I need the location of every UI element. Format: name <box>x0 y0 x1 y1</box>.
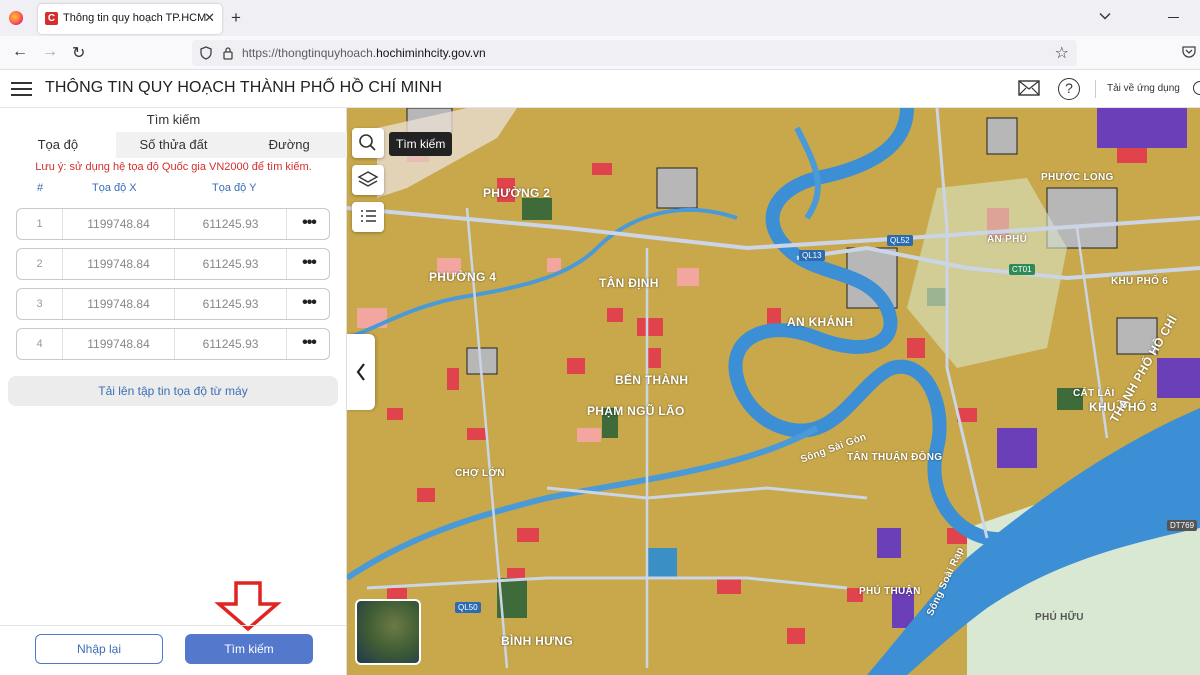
panel-footer: Nhập lại Tìm kiếm <box>0 625 347 675</box>
forward-arrow-icon[interactable]: → <box>42 43 58 61</box>
column-y-header: Tọa độ Y <box>212 182 257 194</box>
road-badge-ql50: QL50 <box>455 602 481 613</box>
new-tab-plus-icon[interactable]: + <box>231 8 241 28</box>
planning-map[interactable]: PHƯỜNG 2 PHƯỜNG 4 TÂN ĐỊNH BẾN THÀNH PHẠ… <box>347 108 1200 675</box>
account-icon[interactable] <box>1193 81 1200 95</box>
bookmark-star-icon[interactable]: ☆ <box>1055 43 1069 63</box>
minimize-icon[interactable] <box>1168 17 1179 18</box>
site-favicon-icon: C <box>45 12 58 25</box>
map-layers-button[interactable] <box>352 165 384 195</box>
map-label-phuoc-long: PHƯỚC LONG <box>1041 172 1114 183</box>
page-title: THÔNG TIN QUY HOẠCH THÀNH PHỐ HỒ CHÍ MIN… <box>45 79 443 96</box>
url-text[interactable]: https://thongtinquyhoach.hochiminhcity.g… <box>242 46 486 60</box>
row-index: 4 <box>17 329 63 359</box>
coordinate-x-input[interactable]: 1199748.84 <box>63 249 175 279</box>
pocket-icon[interactable] <box>1182 45 1196 59</box>
browser-tab-strip: C Thông tin quy hoạch TP.HCM ✕ + <box>0 0 1200 36</box>
map-label-cat-lai: CÁT LÁI <box>1073 388 1115 399</box>
collapse-panel-button[interactable] <box>347 334 375 410</box>
row-more-menu-icon[interactable]: ••• <box>287 289 331 319</box>
header-divider <box>1095 80 1096 98</box>
url-bar[interactable]: https://thongtinquyhoach.hochiminhcity.g… <box>192 40 1077 66</box>
search-tooltip: Tìm kiếm <box>389 132 453 156</box>
download-app-link[interactable]: Tải về ứng dụng <box>1107 83 1180 94</box>
coordinate-row: 3 1199748.84 611245.93 ••• <box>16 288 330 320</box>
shield-icon[interactable] <box>200 46 212 60</box>
coordinate-y-input[interactable]: 611245.93 <box>175 209 287 239</box>
map-label-phu-huu: PHÚ HỮU <box>1035 612 1084 623</box>
back-arrow-icon[interactable]: ← <box>12 43 28 61</box>
app-header: THÔNG TIN QUY HOẠCH THÀNH PHỐ HỒ CHÍ MIN… <box>0 70 1200 108</box>
list-icon <box>361 210 376 222</box>
coordinate-y-input[interactable]: 611245.93 <box>175 329 287 359</box>
road-badge-dt769: DT769 <box>1167 520 1198 531</box>
map-label-tan-dinh: TÂN ĐỊNH <box>599 276 659 290</box>
help-icon[interactable]: ? <box>1058 78 1080 100</box>
row-more-menu-icon[interactable]: ••• <box>287 249 331 279</box>
chevron-down-icon[interactable] <box>1099 10 1111 22</box>
road-badge-ql52: QL52 <box>887 235 913 246</box>
layers-icon <box>357 171 379 187</box>
map-label-phuong-4: PHƯỜNG 4 <box>429 270 497 284</box>
map-label-tan-thuan-dong: TÂN THUẬN ĐÔNG <box>847 452 943 463</box>
coordinate-row: 2 1199748.84 611245.93 ••• <box>16 248 330 280</box>
search-panel: Tìm kiếm Tọa độ Số thửa đất Đường Lưu ý:… <box>0 108 348 675</box>
mail-icon[interactable] <box>1018 80 1040 96</box>
tab-title: Thông tin quy hoạch TP.HCM <box>63 12 207 24</box>
reset-button[interactable]: Nhập lại <box>35 634 163 664</box>
map-label-cho-lon: CHỢ LỚN <box>455 468 505 479</box>
search-icon <box>359 134 376 151</box>
road-badge-ct01: CT01 <box>1009 264 1035 275</box>
coordinate-x-input[interactable]: 1199748.84 <box>63 329 175 359</box>
search-button[interactable]: Tìm kiếm <box>185 634 313 664</box>
map-label-ben-thanh: BẾN THÀNH <box>615 373 689 387</box>
coordinate-y-input[interactable]: 611245.93 <box>175 289 287 319</box>
map-label-phuong-2: PHƯỜNG 2 <box>483 186 551 200</box>
satellite-basemap-toggle[interactable] <box>355 599 421 665</box>
hamburger-menu-icon[interactable] <box>11 82 32 97</box>
chevron-left-icon <box>356 363 365 381</box>
map-label-an-khanh: AN KHÁNH <box>787 315 854 329</box>
row-index: 1 <box>17 209 63 239</box>
map-label-khu-pho-6: KHU PHỐ 6 <box>1111 276 1169 287</box>
row-more-menu-icon[interactable]: ••• <box>287 329 331 359</box>
road-badge-ql13: QL13 <box>799 250 825 261</box>
vn2000-note: Lưu ý: sử dụng hệ tọa độ Quốc gia VN2000… <box>35 161 312 173</box>
coordinate-x-input[interactable]: 1199748.84 <box>63 209 175 239</box>
map-search-button[interactable] <box>352 128 384 158</box>
panel-title: Tìm kiếm <box>146 112 201 127</box>
upload-coordinates-button[interactable]: Tải lên tập tin tọa độ từ máy <box>8 376 338 406</box>
tab-coordinates[interactable]: Tọa độ <box>0 132 116 158</box>
tab-street[interactable]: Đường <box>231 132 348 158</box>
coordinate-x-input[interactable]: 1199748.84 <box>63 289 175 319</box>
column-index-header: # <box>37 182 44 194</box>
column-x-header: Tọa độ X <box>92 182 137 194</box>
tab-parcel-number[interactable]: Số thửa đất <box>115 132 232 158</box>
lock-icon[interactable] <box>222 46 234 60</box>
coordinate-y-input[interactable]: 611245.93 <box>175 249 287 279</box>
browser-tab[interactable]: C Thông tin quy hoạch TP.HCM ✕ <box>38 4 222 34</box>
row-index: 3 <box>17 289 63 319</box>
map-label-pham-ngu-lao: PHẠM NGŨ LÃO <box>587 404 685 418</box>
search-tabs: Tọa độ Số thửa đất Đường <box>0 132 348 158</box>
reload-icon[interactable]: ↻ <box>72 43 85 63</box>
map-label-binh-hung: BÌNH HƯNG <box>501 634 573 648</box>
coordinate-row: 4 1199748.84 611245.93 ••• <box>16 328 330 360</box>
row-more-menu-icon[interactable]: ••• <box>287 209 331 239</box>
browser-navbar: ← → ↻ https://thongtinquyhoach.hochiminh… <box>0 36 1200 70</box>
map-label-an-phu: AN PHÚ <box>987 234 1028 245</box>
map-legend-button[interactable] <box>352 202 384 232</box>
tab-close-icon[interactable]: ✕ <box>204 10 215 26</box>
map-label-phu-thuan: PHÚ THUẬN <box>859 586 921 597</box>
firefox-logo-icon <box>9 11 23 25</box>
row-index: 2 <box>17 249 63 279</box>
coordinate-row: 1 1199748.84 611245.93 ••• <box>16 208 330 240</box>
